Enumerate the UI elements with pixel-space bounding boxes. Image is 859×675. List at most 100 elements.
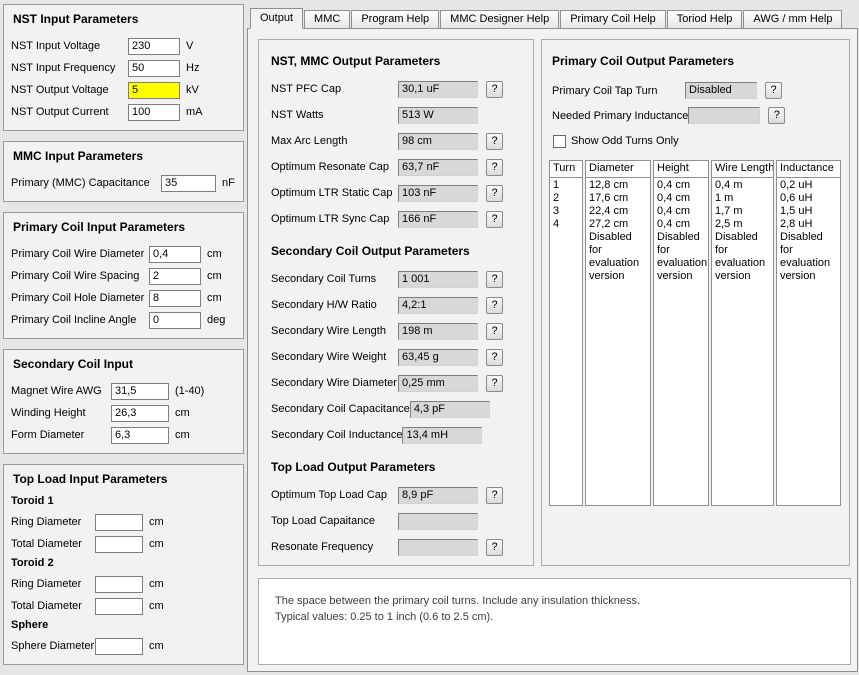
help-button[interactable]: ?	[768, 107, 786, 124]
max-arc-length-value: 98 cm	[398, 132, 478, 150]
output-label: Optimum Resonate Cap	[271, 161, 389, 173]
nst-watts-value: 513 W	[398, 106, 478, 124]
unit-label: Hz	[186, 62, 200, 74]
table-cell: 0,4 cm	[657, 218, 691, 230]
help-button[interactable]: ?	[486, 270, 503, 288]
secondary-hw-ratio-value: 4,2:1	[398, 296, 478, 314]
column-header: Wire Length	[712, 161, 773, 178]
wire-length-column[interactable]: Wire Length 0,4 m 1 m 1,7 m 2,5 m Disabl…	[711, 160, 774, 506]
unit-label: cm	[175, 429, 190, 441]
output-label: Max Arc Length	[271, 135, 348, 147]
form-row: Total Diameter cm	[11, 595, 236, 617]
output-row: Secondary H/W Ratio 4,2:1 ?	[259, 292, 533, 318]
diameter-column[interactable]: Diameter 12,8 cm 17,6 cm 22,4 cm 27,2 cm…	[585, 160, 651, 506]
tab-bar: Output MMC Program Help MMC Designer Hel…	[250, 8, 843, 29]
tab-program-help[interactable]: Program Help	[351, 10, 440, 29]
help-button[interactable]: ?	[486, 132, 503, 150]
unit-label: cm	[207, 248, 222, 260]
help-button[interactable]: ?	[486, 538, 503, 556]
form-row: Winding Height cm	[11, 402, 236, 424]
toroid2-total-diameter-field[interactable]	[95, 597, 143, 615]
table-cell: 2,5 m	[715, 218, 743, 230]
help-button[interactable]: ?	[486, 80, 503, 98]
nst-output-voltage-field[interactable]	[128, 81, 180, 99]
output-row: Secondary Wire Weight 63,45 g ?	[259, 344, 533, 370]
secondary-wire-weight-value: 63,45 g	[398, 348, 478, 366]
output-label: NST PFC Cap	[271, 83, 342, 95]
nst-input-frequency-field[interactable]	[128, 59, 180, 77]
help-button[interactable]: ?	[486, 184, 503, 202]
column-header: Inductance	[777, 161, 840, 178]
output-row: Secondary Coil Turns 1 001 ?	[259, 266, 533, 292]
help-button[interactable]: ?	[765, 82, 782, 99]
help-button[interactable]: ?	[486, 374, 503, 392]
form-row: Ring Diameter cm	[11, 573, 236, 595]
unit-label: (1-40)	[175, 385, 205, 397]
secondary-coil-inductance-value: 13,4 mH	[402, 426, 483, 444]
secondary-coil-turns-value: 1 001	[398, 270, 478, 288]
primary-hole-diameter-field[interactable]	[149, 289, 201, 307]
output-label: Secondary Wire Diameter	[271, 377, 397, 389]
toroid2-ring-diameter-field[interactable]	[95, 575, 143, 593]
primary-wire-diameter-field[interactable]	[149, 245, 201, 263]
tab-toriod-help[interactable]: Toriod Help	[666, 10, 743, 29]
primary-wire-spacing-field[interactable]	[149, 267, 201, 285]
primary-incline-angle-field[interactable]	[149, 311, 201, 329]
toroid1-total-diameter-field[interactable]	[95, 535, 143, 553]
disabled-note: Disabled for evaluation version	[589, 231, 640, 282]
form-row: NST Input Frequency Hz	[11, 57, 236, 79]
toroid1-ring-diameter-field[interactable]	[95, 513, 143, 531]
nst-output-current-field[interactable]	[128, 103, 180, 121]
form-diameter-field[interactable]	[111, 426, 169, 444]
context-help-box: The space between the primary coil turns…	[258, 578, 851, 665]
form-row: Primary (MMC) Capacitance nF	[11, 172, 236, 194]
winding-height-field[interactable]	[111, 404, 169, 422]
sphere-subheading: Sphere	[11, 619, 49, 631]
sphere-diameter-field[interactable]	[95, 637, 143, 655]
table-cell: 27,2 cm	[589, 218, 629, 230]
table-cell: 0,4 cm	[657, 192, 691, 204]
table-cell: 0,6 uH	[780, 192, 813, 204]
unit-label: kV	[186, 84, 199, 96]
tab-mmc-designer-help[interactable]: MMC Designer Help	[440, 10, 560, 29]
table-cell: 2,8 uH	[780, 218, 813, 230]
output-label: Secondary Coil Inductance	[271, 429, 403, 441]
help-button[interactable]: ?	[486, 348, 503, 366]
toroid1-subheading: Toroid 1	[11, 495, 54, 507]
nst-input-voltage-field[interactable]	[128, 37, 180, 55]
unit-label: cm	[149, 600, 164, 612]
tab-primary-coil-help[interactable]: Primary Coil Help	[560, 10, 666, 29]
output-row: Max Arc Length 98 cm ?	[259, 128, 533, 154]
help-button[interactable]: ?	[486, 158, 503, 176]
field-label: NST Output Voltage	[11, 84, 109, 96]
tab-mmc[interactable]: MMC	[304, 10, 351, 29]
turn-column[interactable]: Turn 1 2 3 4	[549, 160, 583, 506]
help-button[interactable]: ?	[486, 296, 503, 314]
help-button[interactable]: ?	[486, 210, 503, 228]
show-odd-turns-checkbox[interactable]	[553, 134, 566, 148]
section-title: Primary Coil Input Parameters	[13, 220, 186, 234]
output-row: Secondary Coil Inductance 13,4 mH	[259, 422, 533, 448]
top-load-input-section: Top Load Input Parameters Toroid 1 Ring …	[3, 464, 244, 665]
mmc-capacitance-field[interactable]	[161, 174, 216, 192]
output-tab-panel: NST, MMC Output Parameters NST PFC Cap 3…	[247, 28, 858, 672]
output-label: Needed Primary Inductance	[552, 109, 689, 122]
field-label: Winding Height	[11, 407, 86, 419]
output-label: Secondary Coil Capacitance	[271, 403, 410, 415]
tab-awg-mm-help[interactable]: AWG / mm Help	[743, 10, 843, 29]
resonate-frequency-value	[398, 538, 478, 556]
magnet-wire-awg-field[interactable]	[111, 382, 169, 400]
help-button[interactable]: ?	[486, 486, 503, 504]
disabled-note: Disabled for evaluation version	[657, 231, 708, 282]
unit-label: nF	[222, 177, 235, 189]
nst-pfc-cap-value: 30,1 uF	[398, 80, 478, 98]
secondary-coil-input-section: Secondary Coil Input Magnet Wire AWG (1-…	[3, 349, 244, 454]
output-row: Top Load Capaitance	[259, 508, 533, 534]
form-row: Form Diameter cm	[11, 424, 236, 446]
height-column[interactable]: Height 0,4 cm 0,4 cm 0,4 cm 0,4 cm Disab…	[653, 160, 709, 506]
table-cell: 1	[553, 179, 560, 191]
help-button[interactable]: ?	[486, 322, 503, 340]
inductance-column[interactable]: Inductance 0,2 uH 0,6 uH 1,5 uH 2,8 uH D…	[776, 160, 841, 506]
tab-output[interactable]: Output	[250, 8, 304, 29]
output-row: Optimum Top Load Cap 8,9 pF ?	[259, 482, 533, 508]
